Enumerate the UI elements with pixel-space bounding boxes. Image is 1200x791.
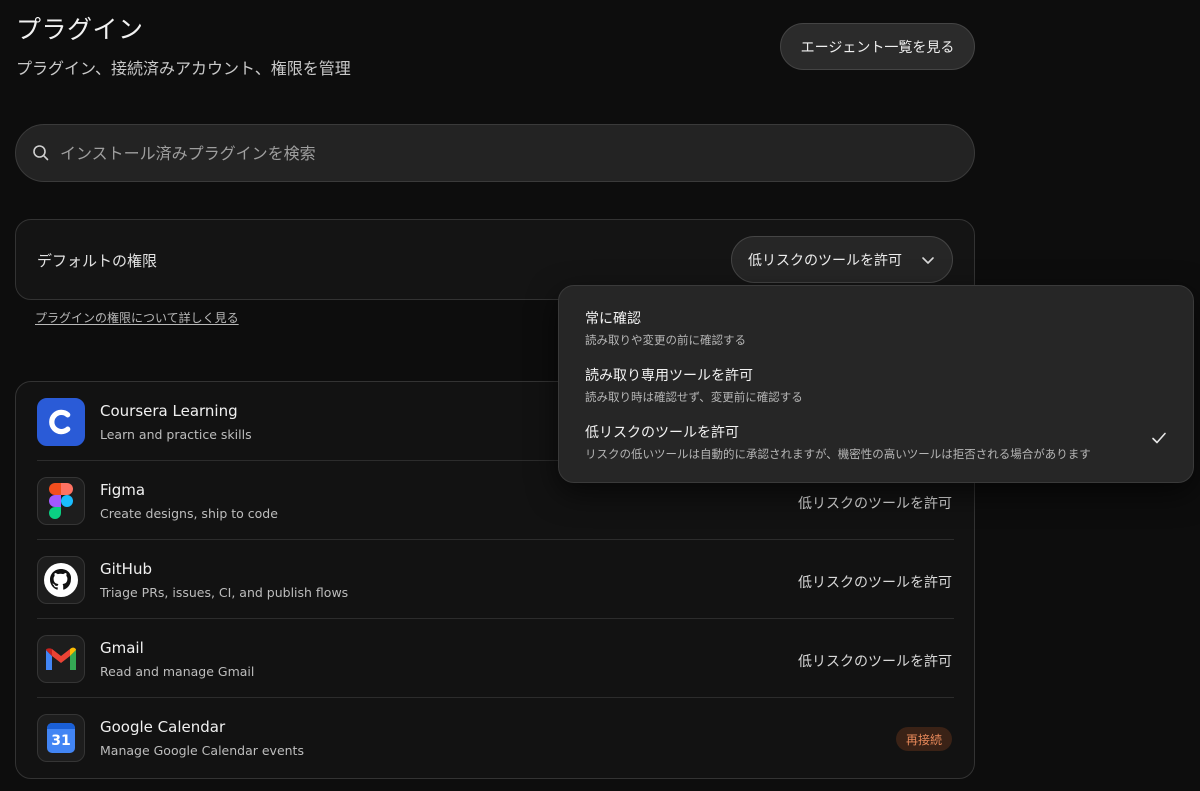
plugin-name: Google Calendar [100,718,226,736]
default-permission-label: デフォルトの権限 [37,252,158,270]
plugin-permission-status[interactable]: 低リスクのツールを許可 [798,493,952,513]
default-permission-value: 低リスクのツールを許可 [748,252,902,269]
coursera-icon [37,398,85,446]
github-icon [37,556,85,604]
plugin-row-google-calendar[interactable]: 31 Google Calendar Manage Google Calenda… [16,698,974,777]
search-bar[interactable] [15,124,975,182]
learn-more-permissions-link[interactable]: プラグインの権限について詳しく見る [35,309,239,326]
permission-option-read-only[interactable]: 読み取り専用ツールを許可 読み取り時は確認せず、変更前に確認する [559,343,1193,404]
plugin-permission-status[interactable]: 低リスクのツールを許可 [798,651,952,671]
option-title: 低リスクのツールを許可 [585,425,739,441]
permission-dropdown-menu: 常に確認 読み取りや変更の前に確認する 読み取り専用ツールを許可 読み取り時は確… [558,285,1194,483]
plugin-name: Gmail [100,639,144,657]
plugin-description: Manage Google Calendar events [100,743,304,758]
plugin-name: Coursera Learning [100,402,238,420]
plugin-description: Create designs, ship to code [100,506,278,521]
option-title: 読み取り専用ツールを許可 [585,368,753,384]
search-input[interactable] [60,143,974,163]
check-icon [1152,432,1166,444]
plugin-description: Read and manage Gmail [100,664,255,679]
page-subtitle: プラグイン、接続済みアカウント、権限を管理 [16,59,351,78]
option-description: リスクの低いツールは自動的に承認されますが、機密性の高いツールは拒否される場合が… [585,447,1091,461]
plugin-name: GitHub [100,560,152,578]
plugin-description: Learn and practice skills [100,427,252,442]
permission-option-low-risk[interactable]: 低リスクのツールを許可 リスクの低いツールは自動的に承認されますが、機密性の高い… [559,400,1193,461]
search-icon [33,145,49,161]
page-title: プラグイン [16,15,144,44]
plugin-permission-status[interactable]: 低リスクのツールを許可 [798,572,952,592]
plugin-description: Triage PRs, issues, CI, and publish flow… [100,585,349,600]
calendar-day: 31 [51,733,71,749]
view-agents-button[interactable]: エージェント一覧を見る [780,23,975,70]
gmail-icon [37,635,85,683]
figma-icon [37,477,85,525]
plugins-page: プラグイン プラグイン、接続済みアカウント、権限を管理 エージェント一覧を見る … [0,0,1200,791]
plugin-row-gmail[interactable]: Gmail Read and manage Gmail 低リスクのツールを許可 [16,619,974,698]
chevron-down-icon [922,257,934,264]
reconnect-badge[interactable]: 再接続 [895,727,952,751]
permission-option-always-ask[interactable]: 常に確認 読み取りや変更の前に確認する [559,286,1193,347]
plugin-row-github[interactable]: GitHub Triage PRs, issues, CI, and publi… [16,540,974,619]
default-permission-select[interactable]: 低リスクのツールを許可 [731,236,953,283]
option-title: 常に確認 [585,311,641,327]
plugin-name: Figma [100,481,146,499]
google-calendar-icon: 31 [37,714,85,762]
